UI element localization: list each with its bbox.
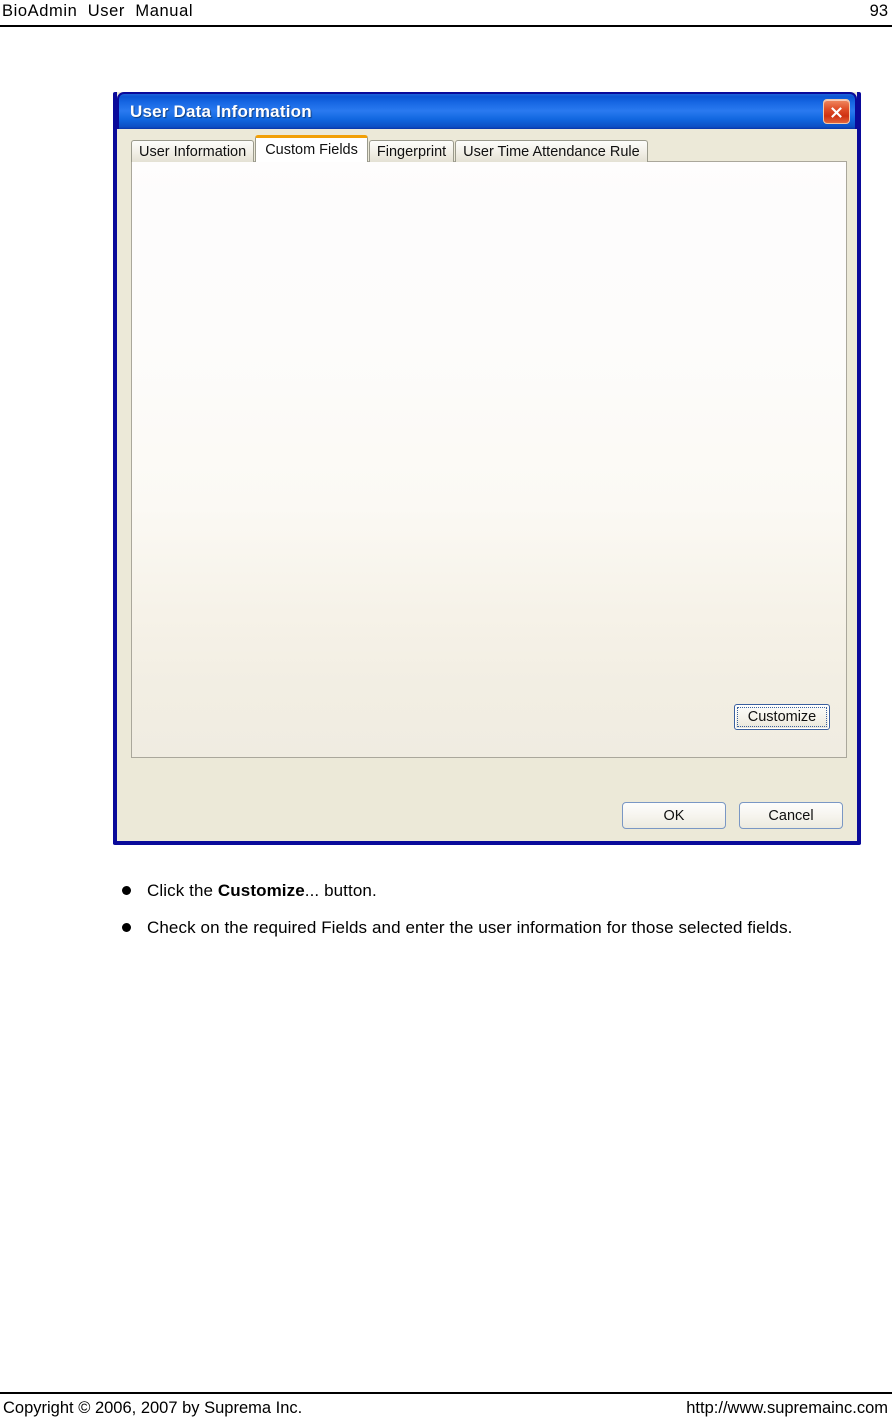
dialog-body: User Information Custom Fields Fingerpri… bbox=[117, 129, 857, 841]
customize-button-label: Customize bbox=[747, 709, 817, 725]
cancel-button-label: Cancel bbox=[768, 807, 814, 824]
customize-button[interactable]: Customize bbox=[734, 704, 830, 730]
tab-custom-fields[interactable]: Custom Fields bbox=[255, 135, 368, 162]
user-data-information-dialog: User Data Information User Information C… bbox=[113, 92, 861, 845]
cancel-button[interactable]: Cancel bbox=[739, 802, 843, 829]
tab-label: Custom Fields bbox=[265, 142, 358, 158]
list-item: Click the Customize... button. bbox=[122, 878, 882, 904]
instruction-1-prefix: Click the bbox=[147, 881, 218, 900]
close-icon[interactable] bbox=[823, 99, 850, 124]
footer-copyright: Copyright © 2006, 2007 by Suprema Inc. bbox=[3, 1399, 303, 1417]
instruction-1-emphasis: Customize bbox=[217, 881, 305, 900]
header-divider bbox=[0, 25, 892, 27]
ok-button-label: OK bbox=[663, 807, 685, 824]
dialog-title: User Data Information bbox=[130, 101, 312, 121]
ok-button[interactable]: OK bbox=[622, 802, 726, 829]
page-number: 93 bbox=[869, 2, 888, 20]
page-header: BioAdmin User Manual 93 bbox=[0, 0, 892, 26]
custom-fields-panel: Customize bbox=[131, 161, 847, 758]
footer-url: http://www.supremainc.com bbox=[686, 1399, 888, 1417]
tab-user-time-attendance-rule[interactable]: User Time Attendance Rule bbox=[455, 140, 648, 162]
instruction-list: Click the Customize... button. Check on … bbox=[122, 878, 882, 952]
dialog-titlebar[interactable]: User Data Information bbox=[117, 92, 857, 129]
tab-label: User Information bbox=[139, 143, 247, 160]
bullet-dot-icon bbox=[122, 923, 131, 932]
page-header-title: BioAdmin User Manual bbox=[2, 2, 194, 20]
instruction-text-2: Check on the required Fields and enter t… bbox=[147, 918, 793, 937]
instruction-text-1: Click the Customize... button. bbox=[147, 878, 377, 904]
tab-user-information[interactable]: User Information bbox=[131, 140, 255, 162]
instruction-1-suffix: ... button. bbox=[304, 881, 377, 900]
tab-fingerprint[interactable]: Fingerprint bbox=[368, 140, 455, 162]
dialog-footer: OK Cancel bbox=[117, 802, 857, 829]
footer-divider bbox=[0, 1392, 892, 1394]
tab-label: User Time Attendance Rule bbox=[463, 143, 640, 160]
bullet-dot-icon bbox=[122, 886, 131, 895]
tabstrip: User Information Custom Fields Fingerpri… bbox=[131, 135, 649, 162]
list-item: Check on the required Fields and enter t… bbox=[122, 915, 882, 941]
tab-label: Fingerprint bbox=[376, 143, 447, 160]
page-footer: Copyright © 2006, 2007 by Suprema Inc. h… bbox=[0, 1396, 892, 1420]
